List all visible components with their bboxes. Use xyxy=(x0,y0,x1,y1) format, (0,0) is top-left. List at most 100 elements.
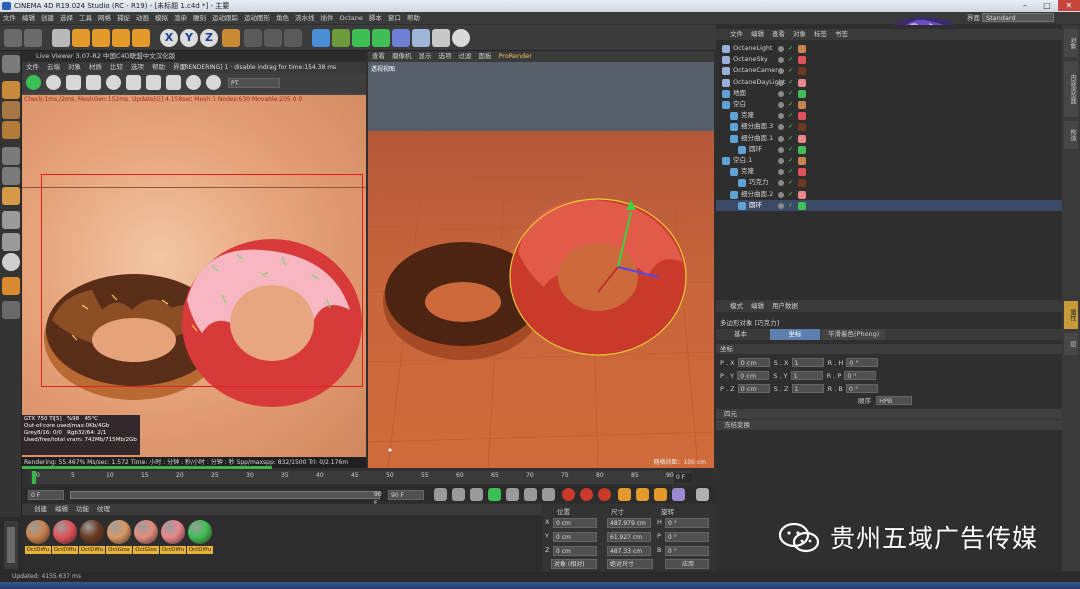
scale-icon[interactable] xyxy=(92,29,110,47)
vp-menu-prorender[interactable]: ProRender xyxy=(499,52,532,60)
key-position-icon[interactable] xyxy=(618,488,631,501)
object-row[interactable]: 空白.1 ✓ xyxy=(716,155,1062,166)
play-icon[interactable] xyxy=(488,488,501,501)
material-swatch[interactable] xyxy=(53,520,77,544)
pick-material-icon[interactable] xyxy=(166,75,181,90)
enable-check-icon[interactable]: ✓ xyxy=(788,189,796,198)
object-row[interactable]: OctaneLight ✓ xyxy=(716,43,1062,54)
material-swatch[interactable] xyxy=(107,520,131,544)
snap-icon[interactable] xyxy=(2,253,20,271)
model-mode-icon[interactable] xyxy=(2,81,20,99)
material-tag-icon[interactable] xyxy=(798,179,806,188)
timeline-window-icon[interactable] xyxy=(696,488,709,501)
menu-create[interactable]: 创建 xyxy=(38,12,57,24)
coord-size-y-field[interactable]: 61.927 cm xyxy=(607,532,651,542)
menu-simulate[interactable]: 模拟 xyxy=(152,12,171,24)
visibility-dot-icon[interactable] xyxy=(778,68,784,75)
floor-icon[interactable] xyxy=(412,29,430,47)
close-button[interactable]: ✕ xyxy=(1058,0,1080,11)
menu-mesh[interactable]: 网格 xyxy=(95,12,114,24)
vp-menu-filter[interactable]: 过滤 xyxy=(459,52,472,60)
coord-rot-b-field[interactable]: 0 ° xyxy=(665,546,709,556)
menu-animate[interactable]: 动画 xyxy=(133,12,152,24)
apply-button[interactable]: 应用 xyxy=(665,559,709,569)
object-row[interactable]: OctaneSky ✓ xyxy=(716,54,1062,65)
attr-sx-field[interactable]: 1 xyxy=(791,358,824,367)
key-scale-icon[interactable] xyxy=(636,488,649,501)
pointer-icon[interactable] xyxy=(52,29,70,47)
coordinate-system-icon[interactable] xyxy=(222,29,240,47)
autokey-icon[interactable] xyxy=(580,488,593,501)
coord-pos-y-field[interactable]: 0 cm xyxy=(553,532,597,542)
vp-menu-view[interactable]: 查看 xyxy=(372,52,385,60)
subtab-phong[interactable]: 平滑着色(Phong) xyxy=(822,329,886,340)
transform-icon[interactable] xyxy=(132,29,150,47)
object-name[interactable]: OctaneLight xyxy=(733,43,773,54)
workplane-mode-icon[interactable] xyxy=(2,121,20,139)
coord-pos-x-field[interactable]: 0 cm xyxy=(553,518,597,528)
texture-mode-icon[interactable] xyxy=(2,101,20,119)
object-name[interactable]: 圆环 xyxy=(749,200,762,211)
visibility-dot-icon[interactable] xyxy=(778,135,784,142)
render-region-box[interactable] xyxy=(41,174,363,387)
visibility-dot-icon[interactable] xyxy=(778,102,784,108)
object-row[interactable]: 圆环 ✓ xyxy=(716,144,1062,155)
material-tag-icon[interactable] xyxy=(798,101,806,109)
restart-render-icon[interactable] xyxy=(46,75,61,90)
menu-octane[interactable]: Octane xyxy=(337,12,366,24)
lv-menu-objects[interactable]: 对象 xyxy=(68,63,81,71)
attr-sy-field[interactable]: 1 xyxy=(790,371,823,380)
visibility-dot-icon[interactable] xyxy=(778,191,784,198)
prev-key-icon[interactable] xyxy=(452,488,465,501)
material-tag-icon[interactable] xyxy=(798,201,806,210)
vp-menu-options[interactable]: 选项 xyxy=(439,52,452,60)
material-tag-icon[interactable] xyxy=(798,190,806,199)
object-row[interactable]: 克隆 ✓ xyxy=(716,166,1062,177)
attr-px-field[interactable]: 0 cm xyxy=(737,358,770,367)
camera-type-select[interactable]: PT xyxy=(228,78,280,88)
deformer-icon[interactable] xyxy=(392,29,410,47)
object-name[interactable]: 空白 xyxy=(733,99,746,110)
lock-resolution-icon[interactable] xyxy=(146,75,161,90)
material-swatch[interactable] xyxy=(134,520,158,544)
menu-snap[interactable]: 捕捉 xyxy=(114,12,133,24)
material-tag-icon[interactable] xyxy=(798,157,806,165)
enable-check-icon[interactable]: ✓ xyxy=(788,166,796,175)
menu-plugins[interactable]: 插件 xyxy=(318,12,337,24)
visibility-dot-icon[interactable] xyxy=(778,180,784,187)
move-icon[interactable] xyxy=(72,29,90,47)
attr-rp-field[interactable]: 0 ° xyxy=(844,371,877,380)
live-viewer-render-canvas[interactable]: Check:1ms./2ms. MeshGen:152ms. Update[G]… xyxy=(22,95,366,457)
coord-size-z-field[interactable]: 487.33 cm xyxy=(607,546,651,556)
menu-edit[interactable]: 编辑 xyxy=(19,12,38,24)
y-axis-lock-button[interactable]: Y xyxy=(180,29,198,47)
cloner-icon[interactable] xyxy=(372,29,390,47)
redo-icon[interactable] xyxy=(24,29,42,47)
pause-render-icon[interactable] xyxy=(66,75,81,90)
white-balance-picker-icon[interactable] xyxy=(206,75,221,90)
lv-menu-compare[interactable]: 比较 xyxy=(110,63,123,71)
x-axis-lock-button[interactable]: X xyxy=(160,29,178,47)
tweak-mode-icon[interactable] xyxy=(2,233,20,251)
enable-check-icon[interactable]: ✓ xyxy=(788,144,796,153)
material-tag-icon[interactable] xyxy=(798,134,806,143)
menu-file[interactable]: 文件 xyxy=(0,12,19,24)
object-row[interactable]: 空白 ✓ xyxy=(716,99,1062,110)
key-parameter-icon[interactable] xyxy=(672,488,685,501)
coord-rot-p-field[interactable]: 0 ° xyxy=(665,532,709,542)
goto-end-icon[interactable] xyxy=(542,488,555,501)
material-swatch[interactable] xyxy=(26,520,50,544)
material-tag-icon[interactable] xyxy=(798,89,806,98)
object-row[interactable]: 地面 ✓ xyxy=(716,88,1062,99)
menu-render[interactable]: 渲染 xyxy=(171,12,190,24)
planar-workplane-icon[interactable] xyxy=(2,301,20,319)
attr-py-field[interactable]: 0 cm xyxy=(737,371,770,380)
attr-menu-mode[interactable]: 模式 xyxy=(730,302,743,310)
z-axis-lock-button[interactable]: Z xyxy=(200,29,218,47)
pen-spline-icon[interactable] xyxy=(332,29,350,47)
material-tag-icon[interactable] xyxy=(798,67,806,76)
end-frame-field[interactable]: 90 F xyxy=(388,490,424,500)
stop-render-icon[interactable] xyxy=(86,75,101,90)
edges-mode-icon[interactable] xyxy=(2,167,20,185)
coord-pos-z-field[interactable]: 0 cm xyxy=(553,546,597,556)
